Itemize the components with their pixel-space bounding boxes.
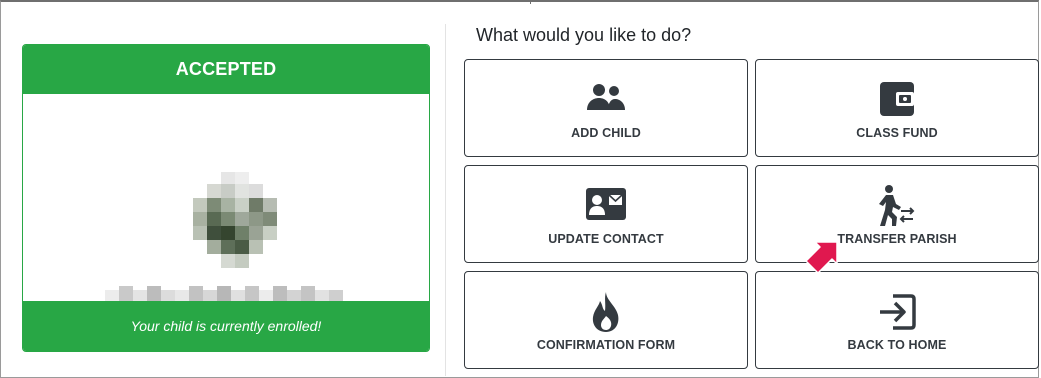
- confirmation-form-button[interactable]: CONFIRMATION FORM: [464, 271, 748, 369]
- transfer-parish-label: TRANSFER PARISH: [837, 232, 957, 246]
- actions-prompt: What would you like to do?: [476, 25, 692, 45]
- add-child-button[interactable]: ADD CHILD: [464, 59, 748, 157]
- back-to-home-label: BACK TO HOME: [847, 338, 947, 352]
- wallet-icon: [880, 82, 914, 116]
- top-divider-tick: [530, 0, 531, 4]
- sign-in-icon: [880, 294, 916, 330]
- add-child-label: ADD CHILD: [571, 126, 641, 140]
- blurred-child-photo: [193, 172, 277, 268]
- status-header: ACCEPTED: [23, 45, 429, 94]
- users-icon: [587, 84, 625, 110]
- confirmation-form-label: CONFIRMATION FORM: [536, 338, 676, 352]
- status-body: [23, 94, 429, 304]
- status-message: Your child is currently enrolled!: [23, 301, 429, 351]
- pointer-arrow-icon: [805, 241, 838, 274]
- enrollment-status-card: ACCEPTED Your child is currently enrolle…: [22, 44, 430, 352]
- class-fund-button[interactable]: CLASS FUND: [755, 59, 1039, 157]
- walking-transfer-icon: [879, 185, 915, 226]
- flame-icon: [592, 292, 619, 332]
- update-contact-label: UPDATE CONTACT: [548, 232, 664, 246]
- column-divider: [445, 24, 446, 376]
- back-to-home-button[interactable]: BACK TO HOME: [755, 271, 1039, 369]
- contact-card-icon: [586, 188, 626, 220]
- class-fund-label: CLASS FUND: [856, 126, 938, 140]
- update-contact-button[interactable]: UPDATE CONTACT: [464, 165, 748, 263]
- transfer-parish-button[interactable]: TRANSFER PARISH: [755, 165, 1039, 263]
